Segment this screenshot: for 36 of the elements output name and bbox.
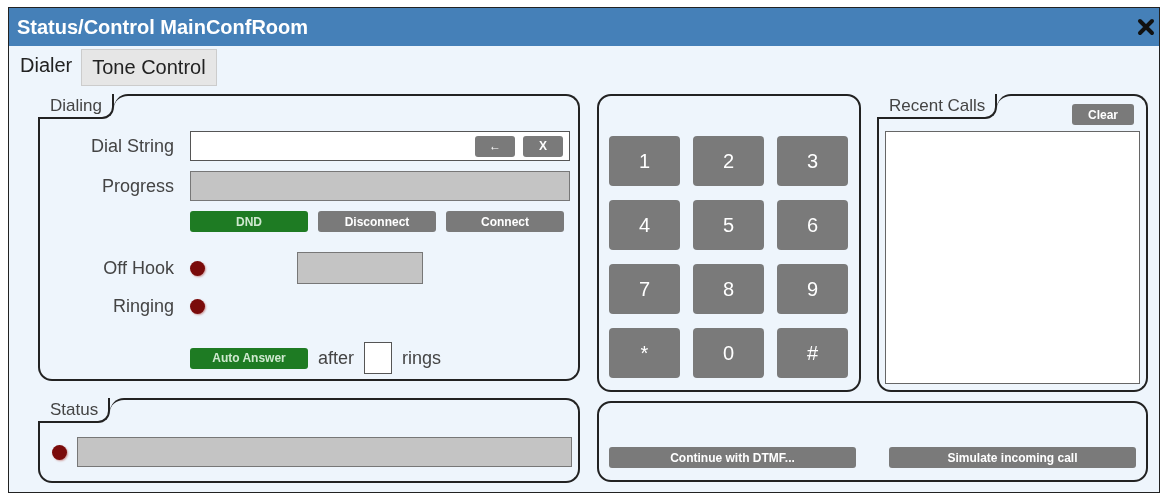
field-label: Dial String: [89, 135, 174, 157]
keypad-key[interactable]: 0: [693, 328, 764, 378]
connect-button[interactable]: Connect: [446, 211, 564, 232]
dnd-button[interactable]: DND: [190, 211, 308, 232]
action-button[interactable]: Continue with DTMF...: [609, 447, 856, 468]
clear-button[interactable]: X: [523, 135, 563, 157]
auto-answer-button[interactable]: Auto Answer: [190, 347, 308, 369]
rings-label: rings: [402, 347, 442, 369]
panel-title: Dialing: [50, 95, 102, 116]
keypad-key[interactable]: *: [609, 328, 680, 378]
keypad-key[interactable]: 1: [609, 136, 680, 186]
disconnect-button[interactable]: Disconnect: [318, 211, 436, 232]
indicator-label: Ringing: [111, 295, 174, 317]
tab[interactable]: Tone Control: [81, 49, 217, 86]
keypad-key[interactable]: 2: [693, 136, 764, 186]
action-button[interactable]: Simulate incoming call: [889, 447, 1136, 468]
keypad-key[interactable]: 3: [777, 136, 848, 186]
indicator-label: Off Hook: [102, 257, 174, 279]
close-icon[interactable]: [1137, 18, 1155, 36]
tab[interactable]: Dialer: [11, 49, 82, 86]
keypad-key[interactable]: 8: [693, 264, 764, 314]
keypad-key[interactable]: #: [777, 328, 848, 378]
keypad-key[interactable]: 7: [609, 264, 680, 314]
rings-input[interactable]: [364, 342, 393, 374]
clear-button[interactable]: Clear: [1072, 104, 1134, 125]
dial-string-field[interactable]: ← X: [190, 131, 570, 161]
panel-title: Status: [50, 399, 99, 420]
backspace-button[interactable]: ←: [475, 135, 515, 157]
keypad-key[interactable]: 5: [693, 200, 764, 250]
keypad-key[interactable]: 4: [609, 200, 680, 250]
field-label: Progress: [100, 175, 174, 197]
keypad-key[interactable]: 6: [777, 200, 848, 250]
window-title: Status/Control MainConfRoom: [17, 15, 309, 39]
keypad-key[interactable]: 9: [777, 264, 848, 314]
after-label: after: [318, 347, 355, 369]
panel-title: Recent Calls: [889, 95, 986, 116]
